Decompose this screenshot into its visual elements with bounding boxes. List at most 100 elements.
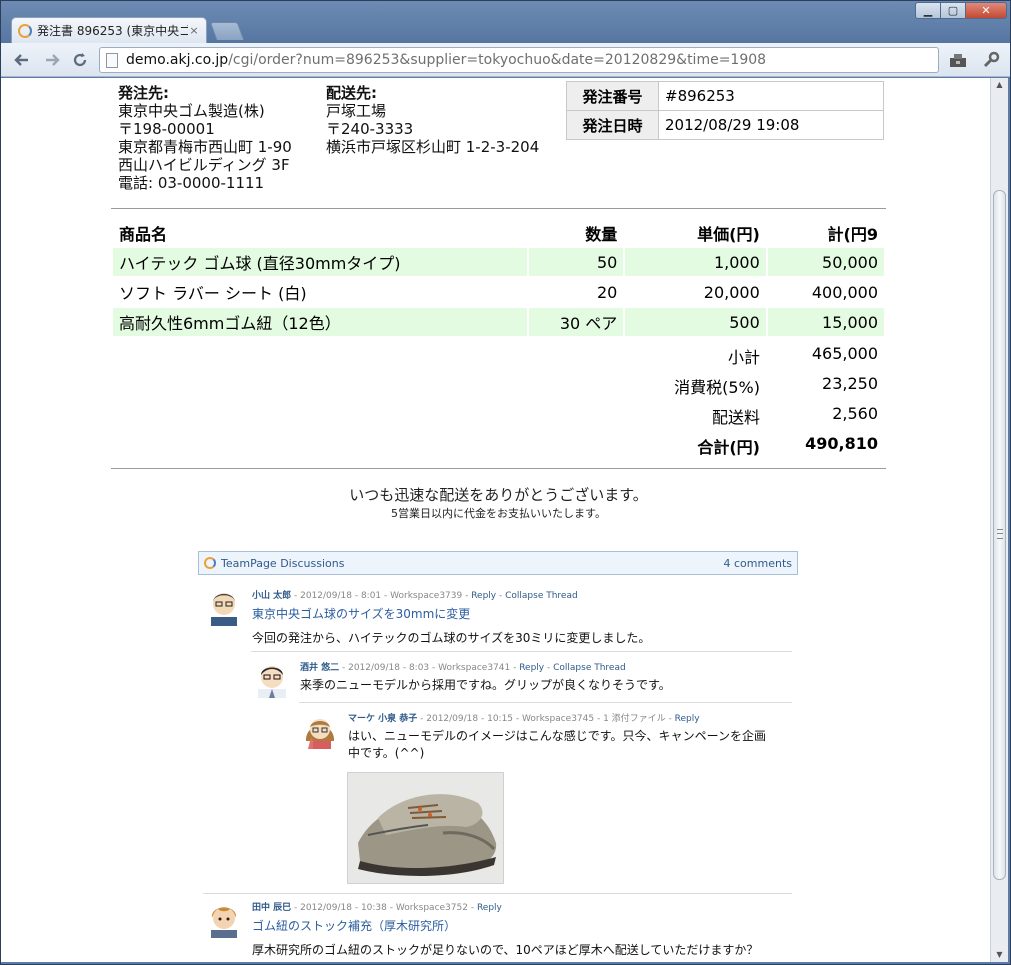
subtotal-row: 小計 465,000 xyxy=(111,338,886,368)
browser-toolbar: demo.akj.co.jp/cgi/order?num=896253&supp… xyxy=(1,43,1010,77)
order-number-label: 発注番号 xyxy=(566,81,659,111)
item-price: 1,000 xyxy=(625,248,766,276)
order-date-value: 2012/08/29 19:08 xyxy=(658,110,884,140)
supplier-line: 東京中央ゴム製造(株) xyxy=(118,102,265,120)
comment: 酒井 悠二 - 2012/09/18 - 8:03 - Workspace374… xyxy=(253,660,793,704)
forward-arrow-icon[interactable] xyxy=(41,49,63,71)
ship-line: 横浜市戸塚区杉山町 1-2-3-204 xyxy=(326,138,540,156)
scroll-thumb[interactable] xyxy=(993,190,1006,880)
payment-note: 5営業日以内に代金をお支払いいたします。 xyxy=(391,507,606,520)
grand-total-label: 合計(円) xyxy=(697,438,760,457)
subtotal-value: 465,000 xyxy=(811,344,878,363)
order-number-row: 発注番号 #896253 xyxy=(566,81,884,111)
collapse-thread-link[interactable]: Collapse Thread xyxy=(553,663,626,673)
comment-separator xyxy=(299,702,792,703)
reply-link[interactable]: Reply xyxy=(675,714,700,724)
comment-info: - 2012/09/18 - 10:15 - Workspace3745 - 1… xyxy=(417,714,675,724)
tab-close-icon[interactable]: × xyxy=(188,24,200,37)
order-date-row: 発注日時 2012/08/29 19:08 xyxy=(566,110,884,140)
comment-author[interactable]: マーケ 小泉 恭子 xyxy=(348,714,417,724)
divider xyxy=(111,468,886,469)
scroll-down-arrow-icon[interactable]: ▼ xyxy=(991,948,1008,962)
ship-line: 戸塚工場 xyxy=(326,102,387,120)
item-name: ソフト ラバー シート (白) xyxy=(119,284,307,303)
col-total: 計(円9 xyxy=(827,225,878,244)
col-product: 商品名 xyxy=(119,225,168,244)
shipping-row: 配送料 2,560 xyxy=(111,398,886,428)
maximize-button[interactable]: ▢ xyxy=(940,2,966,19)
discussions-title: TeamPage Discussions xyxy=(221,556,345,570)
reply-link[interactable]: Reply xyxy=(477,903,502,913)
new-tab-button[interactable] xyxy=(209,22,245,40)
close-window-button[interactable]: ✕ xyxy=(965,2,1007,19)
tab-order[interactable]: 発注書 896253 (東京中央ゴ × xyxy=(11,17,207,43)
shoe-attachment-image[interactable] xyxy=(347,772,504,884)
item-name: 高耐久性6mmゴム紐（12色） xyxy=(113,308,528,336)
comment-body: 今回の発注から、ハイテックのゴム球のサイズを30ミリに変更しました。 xyxy=(252,631,651,645)
comment-subject[interactable]: ゴム紐のストック補充（厚木研究所） xyxy=(252,917,456,934)
item-qty: 30 ペア xyxy=(529,308,624,336)
reply-link[interactable]: Reply xyxy=(519,663,544,673)
teampage-favicon-icon xyxy=(18,23,32,38)
supplier-line: 電話: 03-0000-1111 xyxy=(118,174,265,192)
comment-subject[interactable]: 東京中央ゴム球のサイズを30mmに変更 xyxy=(252,605,470,622)
table-row: ソフト ラバー シート (白) 20 20,000 400,000 xyxy=(113,278,884,306)
totals: 小計 465,000 消費税(5%) 23,250 配送料 2,560 合計(円… xyxy=(111,338,886,458)
teampage-logo-icon xyxy=(204,557,216,569)
avatar xyxy=(253,660,291,698)
thanks-message: いつも迅速な配送をありがとうございます。 xyxy=(349,486,648,504)
comment-info: - 2012/09/18 - 8:01 - Workspace3739 - xyxy=(291,591,472,601)
table-row: ハイテック ゴム球 (直径30mmタイプ) 50 1,000 50,000 xyxy=(113,248,884,276)
comment-meta: 酒井 悠二 - 2012/09/18 - 8:03 - Workspace374… xyxy=(300,663,626,673)
divider xyxy=(111,208,886,209)
comment-author[interactable]: 小山 太郎 xyxy=(252,591,291,601)
comment-author[interactable]: 酒井 悠二 xyxy=(300,663,339,673)
avatar xyxy=(205,588,243,626)
item-price: 500 xyxy=(625,308,766,336)
avatar xyxy=(301,711,339,749)
grand-total-value: 490,810 xyxy=(805,434,878,453)
reload-icon[interactable] xyxy=(69,49,91,71)
grip-icon xyxy=(997,529,1003,539)
table-row: 高耐久性6mmゴム紐（12色） 30 ペア 500 15,000 xyxy=(113,308,884,336)
col-price: 単価(円) xyxy=(697,225,760,244)
item-total: 15,000 xyxy=(767,308,884,336)
vertical-scrollbar[interactable]: ▲ ▼ xyxy=(990,78,1008,962)
scroll-up-arrow-icon[interactable]: ▲ xyxy=(991,78,1008,92)
tax-row: 消費税(5%) 23,250 xyxy=(111,368,886,398)
comment-author[interactable]: 田中 辰巳 xyxy=(252,903,291,913)
back-arrow-icon[interactable] xyxy=(11,49,33,71)
collapse-thread-link[interactable]: Collapse Thread xyxy=(505,591,578,601)
comment-info: - 2012/09/18 - 8:03 - Workspace3741 - xyxy=(339,663,520,673)
comment: 田中 辰巳 - 2012/09/18 - 10:38 - Workspace37… xyxy=(205,900,795,962)
grand-total-row: 合計(円) 490,810 xyxy=(111,428,886,458)
shipping-value: 2,560 xyxy=(832,404,878,423)
order-date-label: 発注日時 xyxy=(566,110,659,140)
comment-separator xyxy=(203,893,792,894)
discussions-header[interactable]: TeamPage Discussions 4 comments xyxy=(198,551,798,575)
supplier-address: 発注先: 東京中央ゴム製造(株) 〒198-00001 東京都青梅市西山町 1-… xyxy=(118,84,292,192)
col-qty: 数量 xyxy=(585,225,618,244)
item-total: 50,000 xyxy=(767,248,884,276)
page-tools-icon[interactable] xyxy=(949,52,967,68)
page-viewport: 発注先: 東京中央ゴム製造(株) 〒198-00001 東京都青梅市西山町 1-… xyxy=(1,78,990,962)
comment-count[interactable]: 4 comments xyxy=(724,557,793,570)
url-host: demo.akj.co.jp xyxy=(126,52,229,68)
ship-label: 配送先: xyxy=(326,84,377,102)
supplier-label: 発注先: xyxy=(118,84,169,102)
address-bar[interactable]: demo.akj.co.jp/cgi/order?num=896253&supp… xyxy=(99,47,939,73)
tab-title: 発注書 896253 (東京中央ゴ xyxy=(37,24,188,38)
item-qty: 50 xyxy=(529,248,624,276)
comment-separator xyxy=(251,651,792,652)
tab-strip: 発注書 896253 (東京中央ゴ × ▁ ▢ ✕ xyxy=(1,1,1010,43)
supplier-line: 東京都青梅市西山町 1-90 xyxy=(118,138,292,156)
comment-body: 来季のニューモデルから採用ですね。グリップが良くなりそうです。 xyxy=(300,678,671,692)
avatar xyxy=(205,900,243,938)
comment-meta: マーケ 小泉 恭子 - 2012/09/18 - 10:15 - Workspa… xyxy=(348,711,700,724)
wrench-menu-icon[interactable] xyxy=(981,50,1001,70)
minimize-button[interactable]: ▁ xyxy=(915,2,941,19)
order-number-value: #896253 xyxy=(658,81,884,111)
comment-meta: 田中 辰巳 - 2012/09/18 - 10:38 - Workspace37… xyxy=(252,900,502,913)
reply-link[interactable]: Reply xyxy=(471,591,496,601)
item-total: 400,000 xyxy=(811,282,878,302)
